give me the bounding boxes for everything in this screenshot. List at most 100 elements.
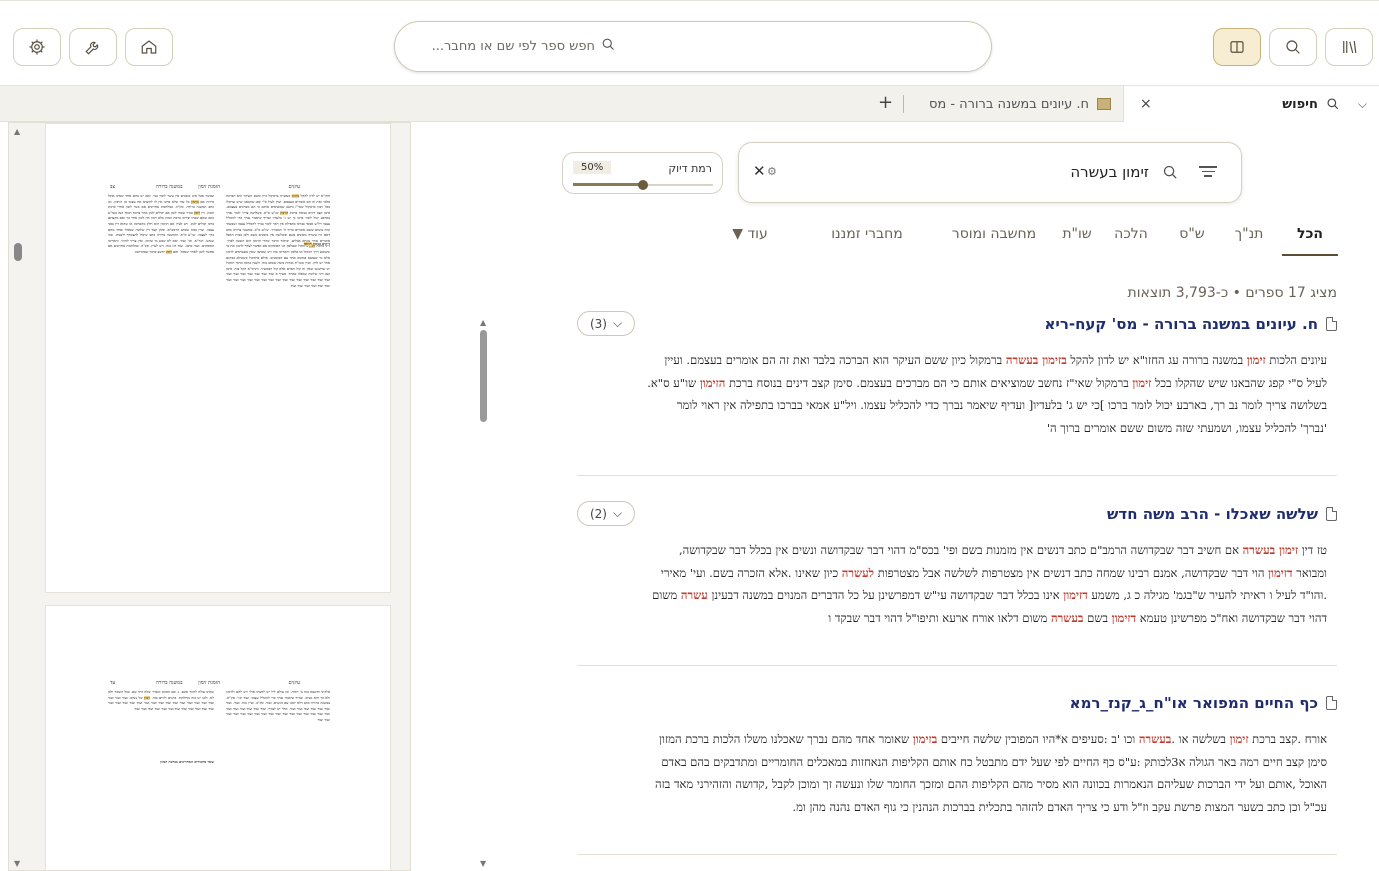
snippet-line: דהוי דבר שבקדושה ואח"כ מפרשינן טעמא דזימ… [828, 610, 1327, 625]
add-tab-button[interactable]: + [878, 92, 893, 113]
tab-book[interactable]: ח. עיונים במשנה ברורה - מס [905, 86, 1123, 122]
tab-book-label: ח. עיונים במשנה ברורה - מס [928, 96, 1089, 112]
category-tab[interactable]: הלכה [1109, 226, 1153, 256]
category-tab[interactable]: ש"ס [1172, 226, 1212, 256]
result-title[interactable]: שלשה שאכלו - הרב משה חדש [1107, 505, 1318, 523]
scroll-up-icon[interactable]: ▲ [480, 318, 486, 327]
tab-search-label: חיפוש [1282, 96, 1318, 112]
snippet-line: טז דין זימון בעשרה אם חשיב דבר שבקדושה ה… [678, 543, 1327, 557]
search-options-icon[interactable]: ⚙ [767, 165, 777, 178]
snippet-line: עיונים הלכות זימון במשנה ברורה עג החזו"א… [664, 353, 1327, 367]
document-icon [1326, 696, 1337, 710]
pdf-scrollbar[interactable]: ▲ ▼ [9, 123, 29, 870]
snippet-line: ומבואר דזימון הוי דבר שבקדושה, אמנם רבינ… [660, 565, 1327, 580]
category-tab[interactable]: תנ"ך [1227, 226, 1271, 256]
result-count-toggle[interactable]: (2) ⌵ [577, 501, 635, 526]
tab-divider [903, 95, 904, 113]
scroll-down-icon[interactable]: ▼ [480, 859, 486, 868]
clear-search-icon[interactable]: ✕ [753, 162, 766, 180]
precision-slider[interactable]: רמת דיוק 50% [562, 152, 723, 194]
home-icon [141, 40, 157, 54]
result-snippet: טז דין זימון בעשרה אם חשיב דבר שבקדושה ה… [587, 539, 1327, 629]
snippet-line: .והו"ד לעיל ו ראיתי להעיר ש"בגמ' מגילה כ… [652, 588, 1327, 602]
chevron-down-icon[interactable]: ⌵ [1358, 97, 1367, 112]
result-title[interactable]: ח. עיונים במשנה ברורה - מס' קעח-ריא [1045, 315, 1319, 333]
gear-icon [29, 39, 45, 55]
search-icon [1327, 98, 1338, 110]
books-icon [1343, 40, 1357, 54]
page-header: עיונים [288, 680, 300, 686]
search-icon [601, 37, 616, 56]
category-tab[interactable]: שו"ת [1056, 226, 1098, 256]
home-button[interactable] [125, 28, 173, 66]
page-header: עיונים [288, 184, 300, 190]
top-toolbar [0, 0, 1379, 86]
page-number: צב [110, 184, 116, 190]
page-header: במשנה ברורה [156, 184, 183, 190]
snippet-line: האוכל ,אותם ועל ידי הברכות שעליהם הנאמרו… [654, 777, 1327, 791]
full-text-search-box[interactable]: זימון בעשרה ✕ ⚙ [738, 142, 1242, 203]
book-search-input[interactable] [395, 39, 595, 54]
results-summary: מציג 17 ספרים • כ-3,793 תוצאות [1127, 285, 1337, 301]
slider-fill [573, 183, 643, 186]
page-column: שבשר אבל אינו מזמנים אין עשר לומר נבר. ו… [108, 194, 214, 254]
library-button[interactable] [1325, 28, 1373, 66]
filter-icon[interactable] [1199, 163, 1217, 181]
scroll-down-icon[interactable]: ▼ [14, 859, 20, 868]
category-tab[interactable]: עוד ▼ [722, 226, 778, 256]
book-search-bar[interactable] [394, 21, 992, 72]
search-result[interactable]: שלשה שאכלו - הרב משה חדש (2) ⌵ טז דין זימון… [577, 501, 1337, 666]
result-header[interactable]: שלשה שאכלו - הרב משה חדש [1107, 502, 1337, 526]
snippet-line: סימן קצב חיים רמה באר הגולה א3לכותק :ע"ס… [661, 754, 1327, 769]
snippet-line: עכ"ל וכן כתב בשער המצות פרשת עקב וז"ל וד… [792, 799, 1327, 814]
section-heading: דיונים בנוסח הזימון [303, 242, 330, 246]
search-button[interactable] [1269, 28, 1317, 66]
scrollbar-thumb[interactable] [14, 243, 22, 261]
page-header-mid: הזמנת זימון [198, 680, 220, 686]
results-scrollbar[interactable]: ▲ ▼ [478, 318, 490, 868]
snippet-line: 'נברך' להכליל עצמו, ושמעתי שזה משום ששם … [1046, 420, 1327, 435]
tab-search[interactable]: ⌵ חיפוש × [1123, 86, 1379, 122]
scrollbar-thumb[interactable] [480, 330, 487, 422]
search-result[interactable]: כף החיים המפואר או"ח_ג_קנז_רמא אורח .קצב … [577, 691, 1337, 855]
book-view-button[interactable] [1213, 28, 1261, 66]
category-tab[interactable]: מחשבה ומוסר [947, 226, 1041, 256]
book-icon [1097, 98, 1111, 110]
tools-button[interactable] [69, 28, 117, 66]
document-icon [1326, 507, 1337, 521]
chevron-down-icon: ⌵ [612, 506, 623, 520]
result-title[interactable]: כף החיים המפואר או"ח_ג_קנז_רמא [1070, 694, 1318, 712]
page-header: במשנה ברורה [156, 680, 183, 686]
pdf-page: עיונים הזמנת זימון במשנה ברורה צב חחו"א … [45, 123, 391, 593]
pdf-viewer[interactable]: ▲ ▼ עיונים הזמנת זימון במשנה ברורה צב חח… [8, 122, 411, 871]
page-number: עד [110, 680, 116, 686]
category-tab[interactable]: מחברי זמננו [800, 226, 934, 256]
document-icon [1326, 317, 1337, 331]
chevron-down-icon: ⌵ [612, 316, 623, 330]
search-query-input[interactable]: זימון בעשרה [1070, 163, 1149, 181]
section-heading: שאר מחבורים המחוייבים בברכת המזון [160, 760, 214, 764]
result-count: (2) [589, 506, 607, 521]
snippet-line: אורח .קצב ברכת זימון בשלשה או .בעשרה וכו… [659, 732, 1327, 746]
precision-label: רמת דיוק [668, 162, 712, 175]
pdf-page: עיונים הזמנת זימון במשנה ברורה עד אלקיני… [45, 605, 391, 870]
page-column: שאינו עולה לחזור זמנם. נ. אם המזמן ומברך… [108, 690, 214, 711]
result-count-toggle[interactable]: (3) ⌵ [577, 311, 635, 336]
result-header[interactable]: כף החיים המפואר או"ח_ג_קנז_רמא [1070, 691, 1337, 715]
slider-handle[interactable] [638, 180, 648, 190]
search-result[interactable]: ח. עיונים במשנה ברורה - מס' קעח-ריא (3) ⌵ ע… [577, 311, 1337, 476]
precision-value: 50% [573, 161, 612, 174]
page-column: אלקיני וחשבא בזה ב' ראיה. וכן עולם ליל י… [226, 690, 330, 722]
settings-button[interactable] [13, 28, 61, 66]
snippet-line: לעיל ס"י קפג שהבאנו שיש שהקלו בכל זימון … [647, 375, 1327, 390]
category-tab[interactable]: הכל [1282, 226, 1338, 256]
result-snippet: אורח .קצב ברכת זימון בשלשה או .בעשרה וכו… [587, 728, 1327, 818]
result-count: (3) [589, 316, 607, 331]
close-tab-icon[interactable]: × [1140, 96, 1152, 112]
result-header[interactable]: ח. עיונים במשנה ברורה - מס' קעח-ריא [1045, 312, 1337, 336]
wrench-icon [85, 41, 99, 55]
search-icon [1286, 40, 1300, 54]
category-tabs: הכל תנ"ך ש"ס הלכה שו"ת מחשבה ומוסר מחברי זמננו… [700, 226, 1338, 256]
snippet-line: בשלושה צריך לומר נב רך, בארבע יכול לומר … [676, 398, 1327, 412]
scroll-up-icon[interactable]: ▲ [14, 127, 20, 136]
